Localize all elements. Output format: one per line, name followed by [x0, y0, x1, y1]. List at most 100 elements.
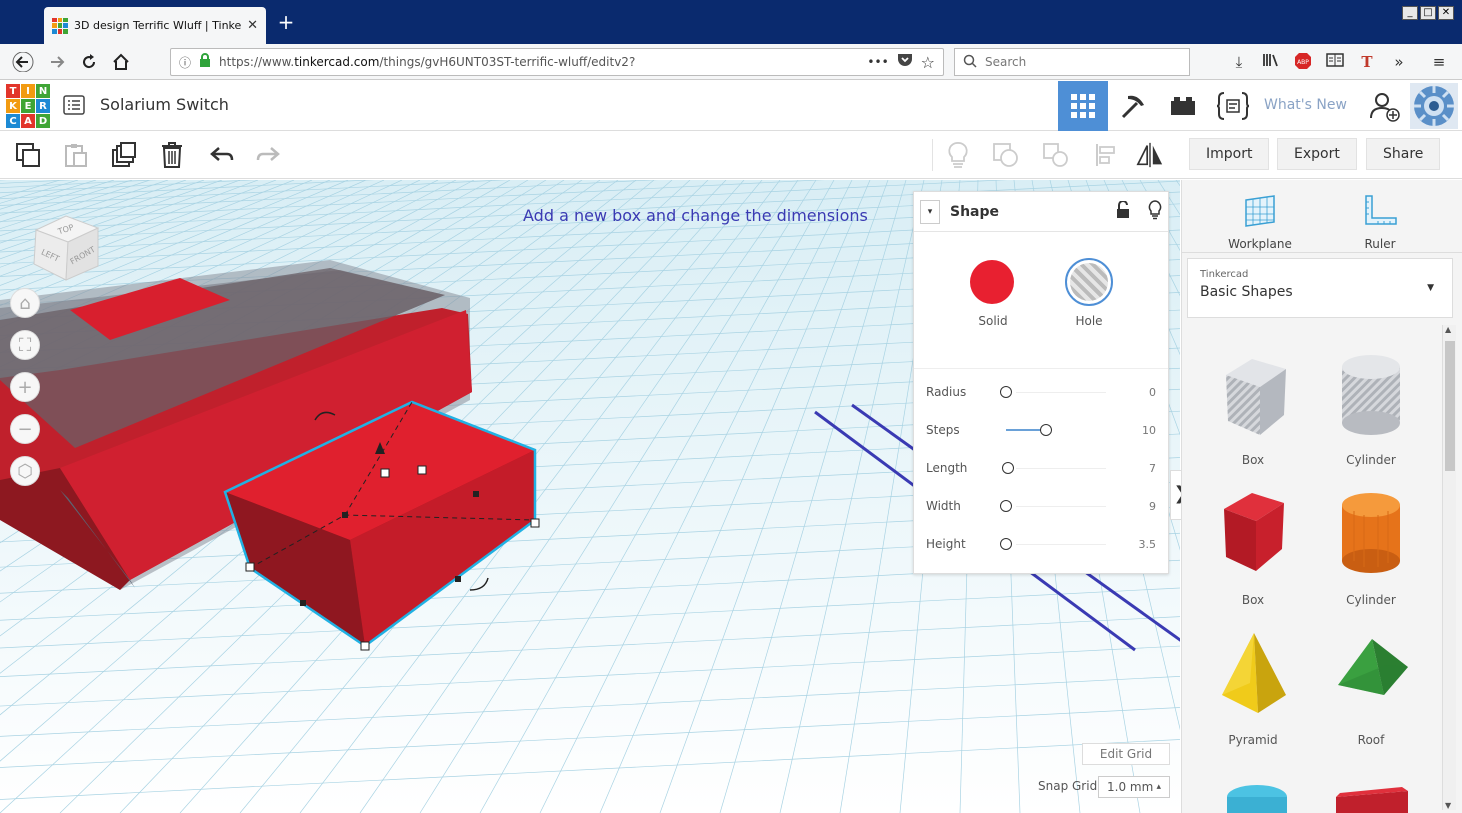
- browser-tab[interactable]: 3D design Terrific Wluff | Tinkercad ✕: [44, 7, 266, 44]
- t-extension-icon[interactable]: T: [1356, 52, 1378, 72]
- shape-pyramid[interactable]: Pyramid: [1194, 625, 1312, 755]
- shape-partial-cylinder[interactable]: [1222, 777, 1292, 813]
- prop-slider[interactable]: [996, 462, 1106, 474]
- hamburger-menu-icon[interactable]: ≡: [1428, 52, 1450, 72]
- scroll-down-icon[interactable]: ▼: [1445, 801, 1451, 810]
- slider-knob[interactable]: [1000, 386, 1012, 398]
- tinkercad-logo[interactable]: T I N K E R C A D: [6, 84, 50, 128]
- prop-value[interactable]: 3.5: [1116, 538, 1157, 551]
- shape-box-hole[interactable]: Box: [1194, 345, 1312, 475]
- design-list-icon[interactable]: [63, 94, 85, 116]
- group-icon[interactable]: [992, 141, 1020, 169]
- slider-knob[interactable]: [1040, 424, 1052, 436]
- shape-label: Cylinder: [1346, 593, 1396, 607]
- ruler-tool[interactable]: Ruler: [1340, 192, 1420, 251]
- shape-label: Pyramid: [1228, 733, 1278, 747]
- prop-slider[interactable]: [996, 386, 1106, 398]
- shape-box[interactable]: Box: [1194, 485, 1312, 615]
- ungroup-icon[interactable]: [1042, 141, 1070, 169]
- whats-new-link[interactable]: What's New: [1264, 97, 1347, 113]
- url-text[interactable]: https://www.tinkercad.com/things/gvH6UNT…: [219, 55, 859, 69]
- avatar[interactable]: [1410, 83, 1458, 129]
- library-icon[interactable]: [1260, 52, 1282, 72]
- undo-icon[interactable]: [208, 141, 236, 169]
- redo-icon[interactable]: [254, 141, 282, 169]
- view-cube[interactable]: TOP LEFT FRONT: [26, 208, 106, 288]
- slider-knob[interactable]: [1002, 462, 1014, 474]
- browser-search-box[interactable]: Search: [954, 48, 1190, 76]
- mirror-icon[interactable]: [1136, 141, 1164, 169]
- library-name: Basic Shapes: [1200, 284, 1293, 300]
- maximize-button[interactable]: □: [1420, 6, 1436, 20]
- shapes-scrollbar[interactable]: ▲ ▼: [1442, 325, 1456, 810]
- toolbar-divider: [932, 139, 933, 171]
- fit-view-icon[interactable]: ⛶: [10, 330, 40, 360]
- panel-collapse-dropdown[interactable]: ▾: [920, 199, 940, 224]
- shape-grid: Box Cylinder Box Cylinder Pyramid Roof: [1182, 325, 1440, 813]
- library-provider: Tinkercad: [1200, 269, 1249, 280]
- slider-knob[interactable]: [1000, 500, 1012, 512]
- perspective-icon[interactable]: ⬡: [10, 456, 40, 486]
- export-button[interactable]: Export: [1277, 138, 1357, 170]
- search-icon: [963, 54, 977, 71]
- add-user-button[interactable]: [1360, 81, 1410, 131]
- design-title[interactable]: Solarium Switch: [100, 95, 229, 114]
- scroll-up-icon[interactable]: ▲: [1445, 325, 1451, 334]
- shape-partial-text[interactable]: [1332, 785, 1412, 813]
- bricks-button[interactable]: [1158, 81, 1208, 131]
- minimize-button[interactable]: _: [1402, 6, 1418, 20]
- share-button[interactable]: Share: [1366, 138, 1441, 170]
- build-button[interactable]: [1108, 81, 1158, 131]
- home-icon[interactable]: [110, 52, 132, 72]
- url-bar[interactable]: ⓘ https://www.tinkercad.com/things/gvH6U…: [170, 48, 944, 76]
- prop-value[interactable]: 0: [1116, 386, 1156, 399]
- workplane-tool[interactable]: Workplane: [1220, 192, 1300, 251]
- prop-value[interactable]: 10: [1116, 424, 1156, 437]
- pocket-icon[interactable]: [897, 53, 913, 71]
- lightbulb-icon[interactable]: [944, 141, 972, 169]
- forward-arrow-icon[interactable]: [46, 52, 68, 72]
- bookmark-star-icon[interactable]: ☆: [921, 53, 935, 72]
- logo-letter: D: [36, 114, 50, 128]
- back-arrow-icon[interactable]: [12, 51, 34, 73]
- copy-icon[interactable]: [14, 141, 42, 169]
- solid-swatch[interactable]: [970, 260, 1014, 304]
- delete-trash-icon[interactable]: [158, 141, 186, 169]
- 3d-view-button[interactable]: [1058, 81, 1108, 131]
- snap-grid-select[interactable]: 1.0 mm ▴: [1098, 776, 1170, 798]
- zoom-out-icon[interactable]: −: [10, 414, 40, 444]
- shape-library-select[interactable]: Tinkercad Basic Shapes ▼: [1187, 258, 1453, 318]
- download-icon[interactable]: ⤓: [1228, 52, 1250, 72]
- shape-roof[interactable]: Roof: [1312, 625, 1430, 755]
- adblock-icon[interactable]: ABP: [1292, 52, 1314, 72]
- new-tab-button[interactable]: +: [276, 12, 296, 32]
- prop-slider[interactable]: [996, 424, 1106, 436]
- codeblocks-button[interactable]: [1208, 81, 1258, 131]
- edit-grid-button[interactable]: Edit Grid: [1082, 743, 1170, 765]
- scrollbar-thumb[interactable]: [1445, 341, 1455, 471]
- info-icon[interactable]: ⓘ: [179, 54, 191, 71]
- shape-cylinder[interactable]: Cylinder: [1312, 485, 1430, 615]
- unlock-icon[interactable]: [1116, 199, 1130, 223]
- prop-slider[interactable]: [996, 500, 1106, 512]
- reload-icon[interactable]: [78, 52, 100, 72]
- import-button[interactable]: Import: [1189, 138, 1270, 170]
- prop-slider[interactable]: [996, 538, 1106, 550]
- duplicate-icon[interactable]: [110, 141, 138, 169]
- page-actions-icon[interactable]: •••: [867, 55, 888, 69]
- hole-swatch[interactable]: [1065, 258, 1113, 306]
- reader-icon[interactable]: [1324, 52, 1346, 72]
- align-icon[interactable]: [1092, 141, 1120, 169]
- prop-label: Height: [926, 537, 966, 551]
- shape-cylinder-hole[interactable]: Cylinder: [1312, 345, 1430, 475]
- visibility-bulb-icon[interactable]: [1148, 199, 1162, 224]
- overflow-chevrons-icon[interactable]: »: [1388, 52, 1410, 72]
- home-view-icon[interactable]: ⌂: [10, 288, 40, 318]
- prop-value[interactable]: 9: [1116, 500, 1156, 513]
- slider-knob[interactable]: [1000, 538, 1012, 550]
- prop-value[interactable]: 7: [1116, 462, 1156, 475]
- zoom-in-icon[interactable]: +: [10, 372, 40, 402]
- paste-icon[interactable]: [62, 141, 90, 169]
- close-window-button[interactable]: ✕: [1438, 6, 1454, 20]
- close-tab-icon[interactable]: ✕: [247, 18, 258, 33]
